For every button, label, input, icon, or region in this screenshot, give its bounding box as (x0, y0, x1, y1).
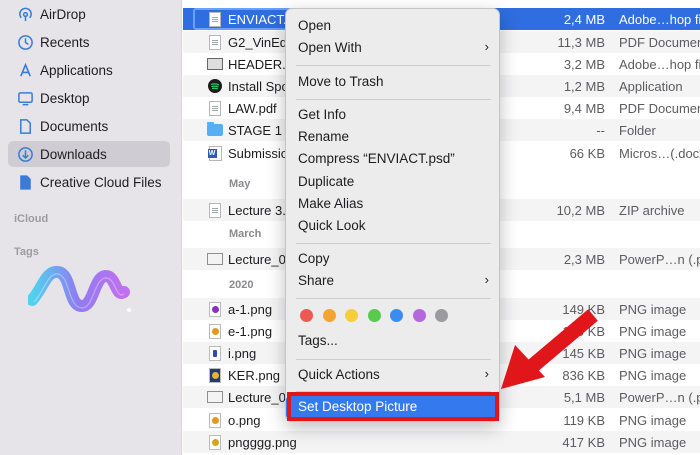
clock-icon (16, 33, 34, 51)
sidebar-item-documents[interactable]: Documents (8, 113, 170, 139)
menu-item-compress[interactable]: Compress “ENVIACT.psd” (298, 151, 455, 166)
sidebar-item-label: Creative Cloud Files (40, 174, 162, 190)
menu-separator (296, 243, 491, 244)
file-icon (16, 173, 34, 191)
menu-item-make-alias[interactable]: Make Alias (298, 196, 363, 211)
applications-icon (16, 61, 34, 79)
psd-file-icon (207, 55, 223, 73)
tag-color-red[interactable] (300, 309, 313, 322)
menu-separator (296, 298, 491, 299)
tag-color-row (300, 309, 448, 322)
annotation-highlight-box (287, 392, 499, 421)
sidebar-item-label: Recents (40, 34, 90, 50)
sidebar-item-desktop[interactable]: Desktop (8, 85, 170, 111)
sidebar-item-label: Desktop (40, 90, 90, 106)
annotation-arrow-icon (501, 309, 598, 389)
tag-color-orange[interactable] (322, 309, 336, 322)
sidebar-item-downloads[interactable]: Downloads (8, 141, 170, 167)
png-file-icon (207, 344, 223, 362)
tag-color-purple[interactable] (412, 309, 426, 322)
sidebar-item-applications[interactable]: Applications (8, 57, 170, 83)
airdrop-icon (16, 5, 34, 23)
menu-item-rename[interactable]: Rename (298, 129, 349, 144)
png-file-icon (207, 366, 223, 384)
pdf-file-icon (207, 33, 223, 51)
png-file-icon (207, 322, 223, 340)
chevron-right-icon: › (484, 366, 489, 381)
file-row[interactable]: pngggg.png 417 KB PNG image (183, 431, 700, 453)
menu-item-open[interactable]: Open (298, 18, 331, 33)
chevron-right-icon: › (484, 39, 489, 54)
pdf-file-icon (207, 99, 223, 117)
zip-file-icon (207, 201, 223, 219)
tag-color-gray[interactable] (435, 309, 448, 322)
group-header-2020: 2020 (229, 279, 254, 291)
sidebar-item-label: Applications (40, 62, 113, 78)
menu-separator (296, 99, 491, 100)
png-file-icon (207, 300, 223, 318)
menu-item-copy[interactable]: Copy (298, 251, 330, 266)
tag-color-green[interactable] (367, 309, 381, 322)
menu-item-get-info[interactable]: Get Info (298, 107, 346, 122)
installer-icon (207, 77, 223, 95)
sidebar-item-label: Documents (40, 118, 109, 134)
document-icon (16, 117, 34, 135)
menu-item-open-with[interactable]: Open With (298, 40, 488, 55)
sidebar-item-airdrop[interactable]: AirDrop (8, 1, 170, 27)
png-file-icon (207, 433, 223, 451)
section-header-tags: Tags (14, 246, 39, 258)
context-menu: Open Open With › Move to Trash Get Info … (285, 8, 500, 422)
desktop-icon (16, 89, 34, 107)
menu-item-quick-actions[interactable]: Quick Actions (298, 367, 380, 382)
section-header-icloud: iCloud (14, 213, 49, 225)
sidebar-item-recents[interactable]: Recents (8, 29, 170, 55)
tag-color-yellow[interactable] (345, 309, 358, 322)
sidebar: AirDrop Recents Applications Desktop Doc… (0, 0, 182, 455)
sidebar-item-label: Downloads (40, 146, 107, 162)
download-icon (16, 145, 34, 163)
word-file-icon (207, 144, 223, 162)
pptx-file-icon (207, 250, 223, 268)
chevron-right-icon: › (484, 272, 489, 287)
psd-file-icon (207, 10, 223, 28)
menu-separator (296, 65, 491, 66)
menu-item-move-to-trash[interactable]: Move to Trash (298, 74, 384, 89)
pptx-file-icon (207, 388, 223, 406)
png-file-icon (207, 411, 223, 429)
menu-item-quick-look[interactable]: Quick Look (298, 218, 366, 233)
menu-item-tags[interactable]: Tags... (298, 333, 338, 348)
menu-item-duplicate[interactable]: Duplicate (298, 174, 354, 189)
brand-logo (28, 266, 131, 313)
tag-color-blue[interactable] (390, 309, 403, 322)
sidebar-item-label: AirDrop (40, 6, 86, 22)
menu-item-share[interactable]: Share (298, 273, 334, 288)
group-header-march: March (229, 228, 262, 240)
sidebar-item-creative-cloud-files[interactable]: Creative Cloud Files (8, 169, 170, 195)
menu-separator (296, 359, 491, 360)
folder-icon (207, 121, 223, 139)
group-header-may: May (229, 178, 251, 190)
